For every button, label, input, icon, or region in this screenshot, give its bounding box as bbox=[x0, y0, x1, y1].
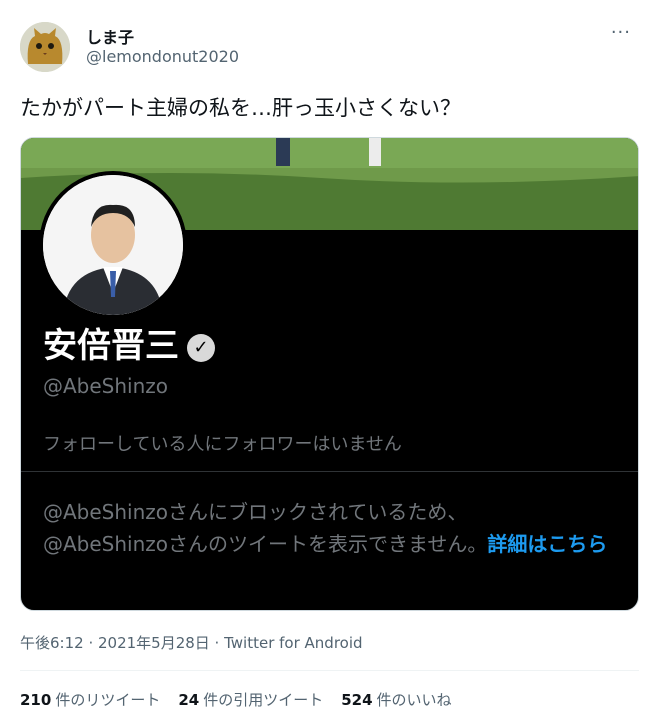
tweet-text: たかがパート主婦の私を…肝っ玉小さくない？ bbox=[20, 96, 461, 120]
quotes-count: 24 bbox=[178, 691, 200, 709]
retweets-count: 210 bbox=[20, 691, 52, 709]
profile-card[interactable]: 安倍晋三 ✓ @AbeShinzo フォローしている人にフォロワーはいません @A… bbox=[20, 137, 639, 611]
retweets-stat[interactable]: 210 件のリツイート bbox=[20, 689, 160, 710]
likes-label: 件のいいね bbox=[376, 691, 452, 709]
author-avatar[interactable] bbox=[20, 22, 70, 72]
tweet: しま子 @lemondonut2020 ··· たかがパート主婦の私を…肝っ玉小… bbox=[0, 0, 651, 716]
stats-divider bbox=[20, 670, 639, 671]
author-handle[interactable]: @lemondonut2020 bbox=[86, 47, 239, 66]
retweets-label: 件のリツイート bbox=[55, 691, 161, 709]
details-link[interactable]: 詳細はこちら bbox=[487, 532, 607, 556]
author-name[interactable]: しま子 bbox=[86, 24, 134, 48]
follow-status-text: フォローしている人にフォロワーはいません bbox=[43, 434, 402, 455]
verified-badge-icon: ✓ bbox=[187, 333, 215, 362]
more-options-icon[interactable]: ··· bbox=[611, 22, 631, 43]
quotes-label: 件の引用ツイート bbox=[203, 691, 324, 709]
likes-stat[interactable]: 524 件のいいね bbox=[341, 689, 451, 710]
blocked-line-2-text: @AbeShinzoさんのツイートを表示できません。 bbox=[43, 532, 488, 556]
tweet-timestamp[interactable]: 午後6:12 · 2021年5月28日 · Twitter for Androi… bbox=[20, 632, 363, 653]
profile-avatar bbox=[39, 171, 187, 319]
blocked-line-2: @AbeShinzoさんのツイートを表示できません。詳細はこちら bbox=[43, 528, 623, 560]
likes-count: 524 bbox=[341, 691, 373, 709]
tweet-stats: 210 件のリツイート 24 件の引用ツイート 524 件のいいね bbox=[20, 689, 452, 710]
quotes-stat[interactable]: 24 件の引用ツイート bbox=[178, 689, 323, 710]
card-divider bbox=[21, 471, 638, 472]
profile-name: 安倍晋三 ✓ bbox=[43, 318, 215, 367]
blocked-notice: @AbeShinzoさんにブロックされているため、 @AbeShinzoさんのツ… bbox=[43, 496, 623, 560]
profile-name-text: 安倍晋三 bbox=[43, 326, 179, 366]
profile-handle: @AbeShinzo bbox=[43, 374, 169, 398]
blocked-line-1: @AbeShinzoさんにブロックされているため、 bbox=[43, 500, 468, 524]
